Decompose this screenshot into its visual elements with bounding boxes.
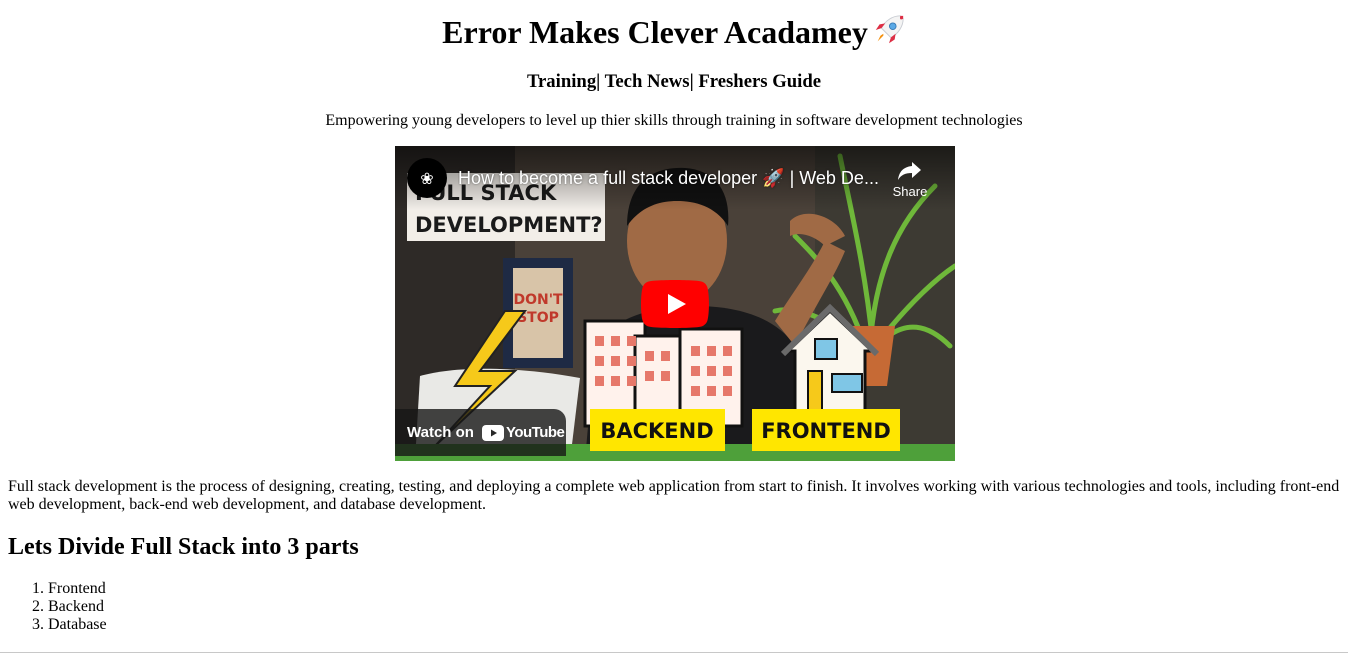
youtube-icon xyxy=(481,424,504,441)
play-button[interactable] xyxy=(641,280,709,328)
list-item: Backend xyxy=(48,598,107,616)
site-title-text: Error Makes Clever Acadamey xyxy=(442,14,868,50)
watch-on-label: Watch on xyxy=(407,424,474,441)
channel-avatar[interactable]: ❀ xyxy=(407,158,447,198)
tagline: Empowering young developers to level up … xyxy=(325,112,1023,129)
watch-on-youtube-button[interactable]: Watch on YouTube xyxy=(395,409,566,456)
youtube-wordmark: YouTube xyxy=(505,424,565,441)
parts-list: Frontend Backend Database xyxy=(8,580,107,634)
site-title: Error Makes Clever Acadamey xyxy=(0,12,1348,52)
page: Error Makes Clever Acadamey Training| Te… xyxy=(0,0,1348,653)
nav-links: Training| Tech News| Freshers Guide xyxy=(526,71,822,92)
backend-label: BACKEND xyxy=(600,419,713,443)
share-label: Share xyxy=(892,184,928,199)
frontend-label: FRONTEND xyxy=(761,419,891,443)
thumbnail-headline-2: DEVELOPMENT? xyxy=(415,213,603,237)
video-title-link[interactable]: How to become a full stack developer 🚀 |… xyxy=(458,166,878,190)
youtube-video-embed[interactable]: DON'T STOP BACKEND FRONTEND DEVELOPMENT?… xyxy=(395,146,955,461)
rocket-icon xyxy=(875,15,904,44)
list-item: Frontend xyxy=(48,580,107,598)
section-heading: Lets Divide Full Stack into 3 parts xyxy=(8,534,359,560)
list-item: Database xyxy=(48,616,107,634)
intro-paragraph: Full stack development is the process of… xyxy=(8,478,1340,513)
share-button[interactable]: Share xyxy=(885,160,935,206)
share-icon xyxy=(898,162,921,180)
youtube-logo: YouTube xyxy=(481,424,565,441)
poster-text: DON'T xyxy=(513,292,563,308)
